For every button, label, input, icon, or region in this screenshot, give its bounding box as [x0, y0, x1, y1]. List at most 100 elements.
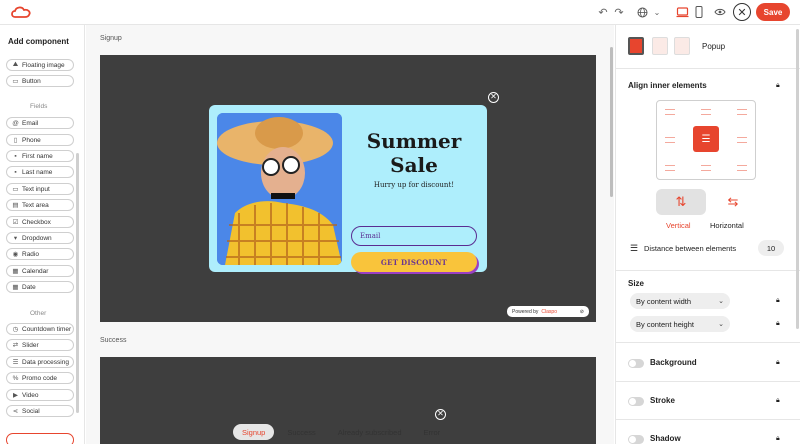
width-select[interactable]: By content width ⌄ — [630, 293, 730, 309]
state-tabs: Signup Success Already subscribed Error — [233, 423, 449, 441]
lock-icon[interactable]: 🔒︎ — [776, 297, 780, 305]
horizontal-direction-button[interactable]: ⇆ — [708, 189, 758, 215]
left-panel-scrollbar[interactable] — [76, 153, 79, 413]
component-data-processing[interactable]: ☰ Data processing — [6, 356, 74, 368]
component-promo-code[interactable]: % Promo code — [6, 372, 74, 384]
align-bottom-right[interactable] — [737, 165, 747, 171]
promo-code-icon: % — [12, 374, 19, 382]
save-button[interactable]: Save — [756, 3, 790, 21]
background-toggle[interactable] — [628, 359, 644, 368]
align-bottom-left[interactable] — [665, 165, 675, 171]
component-label: Countdown timer — [22, 325, 72, 333]
button-icon: ▭ — [12, 78, 19, 85]
align-middle-right[interactable] — [737, 137, 747, 143]
chevron-down-icon: ⌄ — [718, 298, 724, 305]
height-select[interactable]: By content height ⌄ — [630, 316, 730, 332]
left-panel-bottom-button[interactable] — [6, 433, 74, 444]
email-field[interactable] — [351, 226, 477, 246]
get-discount-button[interactable]: GET DISCOUNT — [351, 252, 477, 272]
component-date[interactable]: ▦ Date — [6, 281, 74, 293]
redo-icon[interactable]: ↷ — [613, 5, 625, 19]
popup-close-icon[interactable]: ✕ — [488, 92, 499, 103]
distance-input[interactable]: 10 — [758, 240, 784, 256]
slider-icon: ⇄ — [12, 342, 19, 349]
component-label: Radio — [22, 250, 39, 258]
popup-title-line-2: Sale — [390, 153, 438, 177]
component-checkbox[interactable]: ☑ Checkbox — [6, 216, 74, 228]
canvas-scrollbar[interactable] — [610, 47, 613, 197]
success-area-label: Success — [100, 337, 127, 344]
align-top-right[interactable] — [737, 109, 747, 115]
align-top-center[interactable] — [701, 109, 711, 115]
lock-icon[interactable]: 🔒︎ — [776, 320, 780, 328]
lock-icon[interactable]: 🔒︎ — [776, 359, 780, 367]
person-icon: ▪ — [14, 168, 17, 176]
lock-icon[interactable]: 🔒︎ — [776, 435, 780, 443]
desktop-icon[interactable] — [675, 5, 689, 19]
vertical-direction-button[interactable]: ⇅ — [656, 189, 706, 215]
component-slider[interactable]: ⇄ Slider — [6, 339, 74, 351]
component-social[interactable]: ⋖ Social — [6, 405, 74, 417]
mobile-icon[interactable] — [694, 5, 704, 19]
popup-title-line-1: Summer — [366, 129, 462, 153]
text-input-icon: ▭ — [12, 186, 19, 193]
align-bottom-center[interactable] — [701, 165, 711, 171]
date-icon: ▦ — [12, 284, 19, 291]
component-floating-image[interactable]: ⛰ Floating image — [6, 59, 74, 71]
popup-layout-thumb-1[interactable] — [628, 37, 644, 55]
shadow-toggle[interactable] — [628, 435, 644, 444]
align-middle-left[interactable] — [665, 137, 675, 143]
align-section-title: Align inner elements — [628, 81, 707, 90]
other-section-label: Other — [30, 310, 47, 317]
component-phone[interactable]: ▯ Phone — [6, 134, 74, 146]
component-text-input[interactable]: ▭ Text input — [6, 183, 74, 195]
align-top-left[interactable] — [665, 109, 675, 115]
hide-eye-icon[interactable]: ⊘ — [580, 309, 584, 315]
component-first-name[interactable]: ▪ First name — [6, 150, 74, 162]
component-label: Last name — [22, 168, 53, 176]
component-radio[interactable]: ◉ Radio — [6, 248, 74, 260]
alignment-grid[interactable]: ☰ — [656, 100, 756, 180]
hero-image[interactable] — [217, 113, 342, 265]
component-calendar[interactable]: ▦ Calendar — [6, 265, 74, 277]
claspo-brand-text: Claspo — [541, 308, 557, 315]
tab-error[interactable]: Error — [415, 424, 450, 440]
divider — [616, 419, 800, 420]
component-last-name[interactable]: ▪ Last name — [6, 166, 74, 178]
component-email[interactable]: @ Email — [6, 117, 74, 129]
preview-eye-icon[interactable] — [714, 5, 726, 19]
align-center-selected[interactable]: ☰ — [693, 126, 719, 152]
component-button[interactable]: ▭ Button — [6, 75, 74, 87]
lock-icon[interactable]: 🔒︎ — [776, 397, 780, 405]
text-area-icon: ▤ — [12, 202, 19, 209]
right-panel-scrollbar[interactable] — [796, 29, 799, 329]
phone-icon: ▯ — [13, 137, 18, 144]
component-video[interactable]: ▶ Video — [6, 389, 74, 401]
lock-icon[interactable]: 🔒︎ — [776, 82, 780, 90]
signup-popup[interactable]: Summer Sale Hurry up for discount! GET D… — [209, 105, 487, 272]
tab-success[interactable]: Success — [278, 424, 324, 440]
chevron-down-icon[interactable]: ⌄ — [652, 5, 662, 19]
play-icon: ▶ — [13, 392, 18, 399]
close-editor-button[interactable]: ✕ — [733, 3, 751, 21]
component-label: Data processing — [22, 358, 69, 366]
success-popup-close-icon[interactable]: ✕ — [435, 409, 446, 420]
powered-by-badge[interactable]: Powered by Claspo ⊘ — [507, 306, 589, 317]
popup-layout-thumb-3[interactable] — [674, 37, 690, 55]
tab-signup[interactable]: Signup — [233, 424, 275, 440]
component-label: Checkbox — [22, 218, 51, 226]
component-text-area[interactable]: ▤ Text area — [6, 199, 74, 211]
component-countdown-timer[interactable]: ◷ Countdown timer — [6, 323, 74, 335]
distance-label: Distance between elements — [644, 244, 737, 253]
tab-already-subscribed[interactable]: Already subscribed — [329, 424, 411, 440]
popup-layout-thumb-2[interactable] — [652, 37, 668, 55]
globe-icon[interactable] — [636, 5, 648, 19]
stroke-toggle[interactable] — [628, 397, 644, 406]
undo-icon[interactable]: ↶ — [597, 5, 609, 19]
component-dropdown[interactable]: ▾ Dropdown — [6, 232, 74, 244]
component-label: Button — [22, 77, 41, 85]
component-label: First name — [22, 152, 53, 160]
divider — [616, 68, 800, 69]
claspo-logo-icon[interactable] — [10, 5, 32, 19]
align-center-icon: ☰ — [701, 133, 711, 145]
